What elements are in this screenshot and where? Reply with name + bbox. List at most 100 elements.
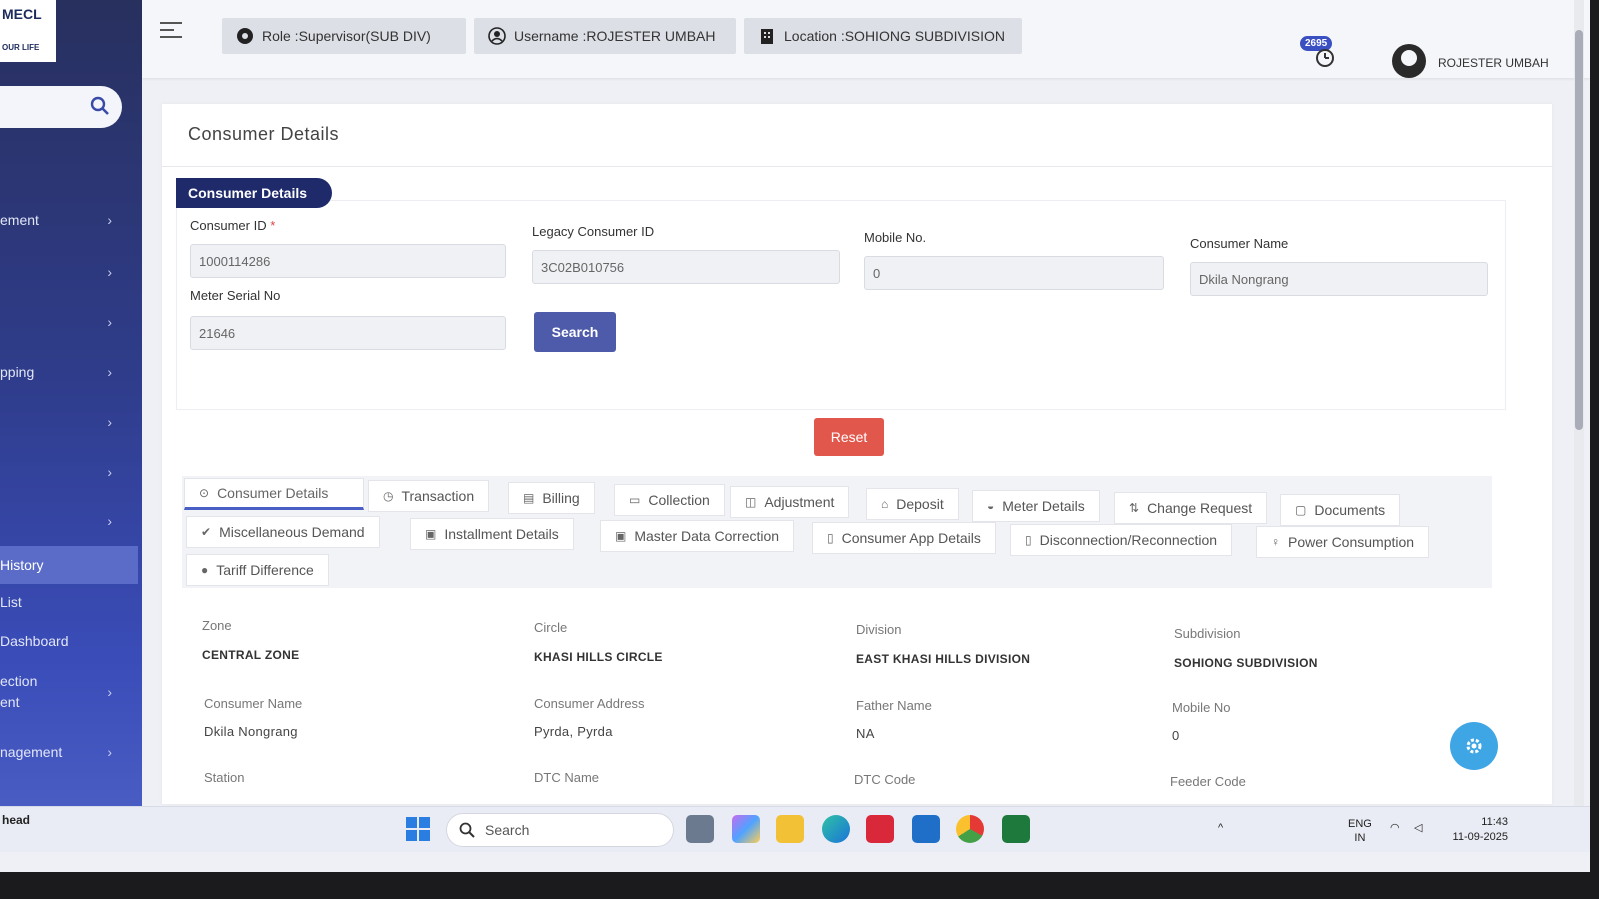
swap-icon: ⇅ — [1129, 501, 1140, 515]
chevron-right-icon: › — [107, 264, 112, 280]
sidebar-item-5[interactable]: › — [0, 408, 120, 436]
taskbar-search-placeholder: Search — [485, 822, 530, 838]
excel-icon[interactable] — [1002, 815, 1030, 843]
sidebar-item-list[interactable]: List — [0, 588, 120, 616]
chevron-right-icon: › — [107, 513, 112, 529]
dot-icon: ● — [201, 563, 209, 577]
search-button[interactable]: Search — [534, 312, 616, 352]
tab-meter-details[interactable]: ◒ Meter Details — [972, 490, 1100, 522]
wifi-icon[interactable]: ◠ — [1390, 821, 1400, 835]
sidebar-item-7[interactable]: › — [0, 507, 120, 535]
plug-icon: ▯ — [1025, 533, 1032, 547]
mobile-icon: ▯ — [827, 531, 834, 545]
sidebar-item-label: ection ent — [0, 673, 38, 710]
outlook-icon[interactable] — [912, 815, 940, 843]
top-bar: Role :Supervisor(SUB DIV) Username :ROJE… — [142, 0, 1590, 78]
mobile-detail-value: 0 — [1172, 728, 1180, 743]
menu-icon[interactable] — [160, 22, 182, 38]
logo-text: MECL — [2, 6, 42, 22]
chrome-icon[interactable] — [956, 815, 984, 843]
tab-tariff-difference[interactable]: ● Tariff Difference — [186, 554, 329, 586]
mobile-field[interactable]: 0 — [864, 256, 1164, 290]
tab-change-request[interactable]: ⇅ Change Request — [1114, 492, 1268, 524]
search-icon[interactable] — [90, 96, 110, 116]
tab-consumer-app-details[interactable]: ▯ Consumer App Details — [812, 522, 996, 554]
sidebar-item-1[interactable]: ement › — [0, 206, 120, 234]
copilot-icon[interactable] — [732, 815, 760, 843]
tab-deposit[interactable]: ⌂ Deposit — [866, 488, 959, 520]
page-scrollbar[interactable] — [1574, 0, 1584, 810]
tab-adjustment[interactable]: ◫ Adjustment — [730, 486, 850, 518]
tab-consumer-details[interactable]: ⊙ Consumer Details — [184, 478, 364, 510]
building-icon — [761, 29, 773, 44]
windows-start-icon[interactable] — [405, 816, 431, 842]
tab-transaction[interactable]: ◷ Transaction — [368, 480, 490, 512]
avatar[interactable] — [1392, 44, 1426, 78]
scrollbar-thumb[interactable] — [1575, 30, 1583, 430]
consumer-name-label: Consumer Name — [1190, 236, 1289, 251]
speaker-icon[interactable]: ◁ — [1414, 821, 1422, 835]
edge-icon[interactable] — [822, 815, 850, 843]
chevron-right-icon: › — [107, 314, 112, 330]
station-label: Station — [204, 770, 245, 785]
sidebar-item-2[interactable]: › — [0, 258, 120, 286]
task-view-icon[interactable] — [686, 815, 714, 843]
subdivision-value: SOHIONG SUBDIVISION — [1174, 656, 1318, 670]
mobile-label: Mobile No. — [864, 230, 927, 245]
tab-power-consumption[interactable]: ♀ Power Consumption — [1256, 526, 1430, 558]
adjustment-icon: ◫ — [745, 495, 757, 509]
meter-serial-field[interactable]: 21646 — [190, 316, 506, 350]
role-icon — [237, 28, 253, 44]
logo: MECL OUR LIFE — [0, 0, 56, 62]
consumer-name-field[interactable]: Dkila Nongrang — [1190, 262, 1488, 296]
settings-fab[interactable] — [1450, 722, 1498, 770]
reset-button[interactable]: Reset — [814, 418, 884, 456]
tab-documents[interactable]: ▢ Documents — [1280, 494, 1401, 526]
tab-billing[interactable]: ▤ Billing — [508, 482, 595, 514]
sidebar-item-history[interactable]: History — [0, 546, 138, 584]
mcafee-icon[interactable] — [866, 815, 894, 843]
zone-value: CENTRAL ZONE — [202, 648, 300, 662]
sidebar-item-dashboard[interactable]: Dashboard — [0, 627, 120, 655]
location-pill: Location :SOHIONG SUBDIVISION — [744, 18, 1022, 54]
chevron-right-icon: › — [107, 744, 112, 760]
sidebar-search[interactable] — [0, 86, 122, 128]
division-value: EAST KHASI HILLS DIVISION — [856, 652, 1031, 666]
consumer-id-field[interactable]: 1000114286 — [190, 244, 506, 278]
tab-disconnection-reconnection[interactable]: ▯ Disconnection/Reconnection — [1010, 524, 1233, 556]
file-explorer-icon[interactable] — [776, 815, 804, 843]
user-display-name[interactable]: ROJESTER UMBAH — [1438, 56, 1549, 70]
bank-icon: ⌂ — [881, 497, 889, 511]
sidebar-item-management[interactable]: nagement › — [0, 738, 120, 766]
taskbar-search[interactable]: Search — [446, 813, 674, 847]
notification-clock-icon[interactable] — [1312, 38, 1338, 68]
mobile-detail-label: Mobile No — [1172, 700, 1231, 715]
username-text: Username :ROJESTER UMBAH — [514, 28, 716, 44]
father-name-label: Father Name — [856, 698, 932, 713]
tab-master-data-correction[interactable]: ▣ Master Data Correction — [600, 520, 795, 552]
sidebar-item-4[interactable]: pping › — [0, 358, 120, 386]
database-icon: ▣ — [615, 529, 627, 543]
chevron-up-icon[interactable]: ^ — [1218, 821, 1223, 835]
legacy-id-field[interactable]: 3C02B010756 — [532, 250, 840, 284]
document-icon: ▢ — [1295, 503, 1307, 517]
app-window: MECL OUR LIFE ement › › › pping › › › › Hi… — [0, 0, 1590, 872]
chevron-right-icon: › — [107, 364, 112, 380]
billing-icon: ▤ — [523, 491, 535, 505]
consumer-details-card: Consumer Details Consumer Details Consum… — [162, 104, 1552, 804]
division-label: Division — [856, 622, 902, 637]
sidebar-item-3[interactable]: › — [0, 308, 120, 336]
tab-installment-details[interactable]: ▣ Installment Details — [410, 518, 574, 550]
tab-collection[interactable]: ▭ Collection — [614, 484, 725, 516]
tab-miscellaneous-demand[interactable]: ✔ Miscellaneous Demand — [186, 516, 380, 548]
sidebar-item-label: ement — [0, 212, 39, 228]
chevron-right-icon: › — [107, 414, 112, 430]
sidebar-item-label: pping — [0, 364, 35, 380]
role-text: Role :Supervisor(SUB DIV) — [262, 28, 431, 44]
system-clock[interactable]: 11:43 11-09-2025 — [1442, 815, 1508, 845]
language-indicator[interactable]: ENG IN — [1348, 817, 1372, 846]
consumer-id-label: Consumer ID * — [190, 218, 276, 233]
logo-subtext: OUR LIFE — [2, 42, 40, 52]
sidebar-item-connection[interactable]: ection ent › — [0, 670, 120, 714]
sidebar-item-6[interactable]: › — [0, 458, 120, 486]
